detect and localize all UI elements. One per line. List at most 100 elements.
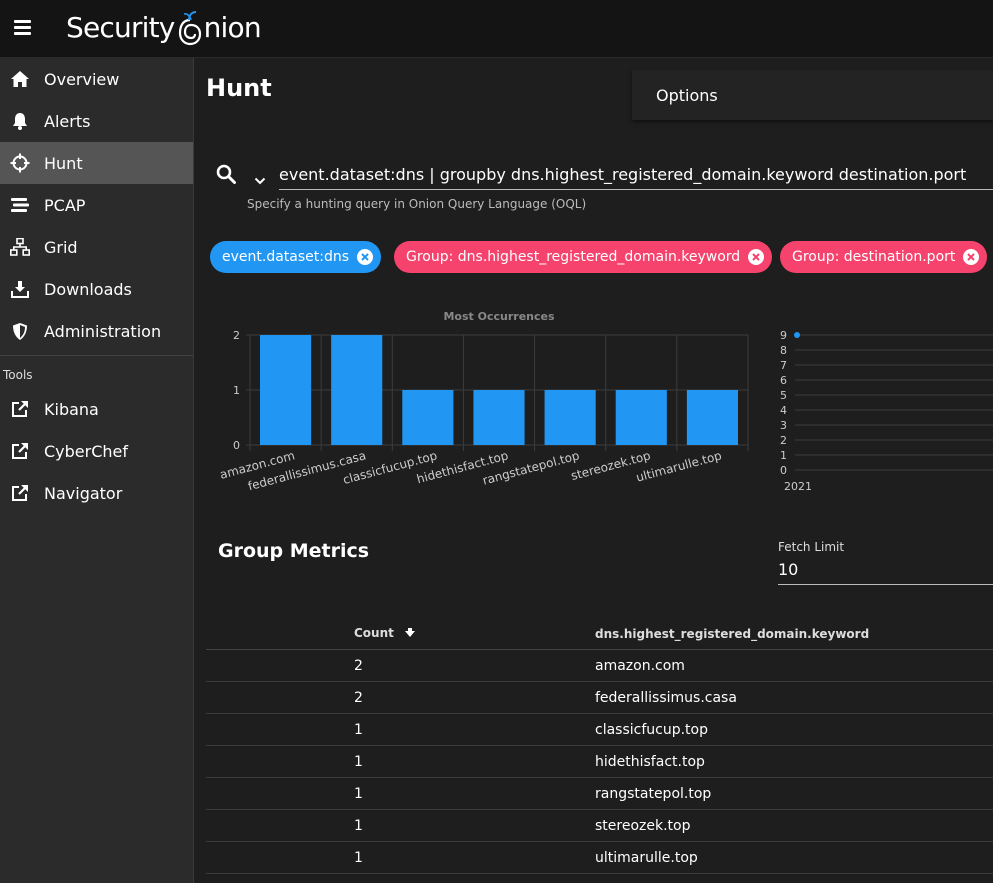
options-label: Options	[656, 86, 718, 105]
group-chip-domain[interactable]: Group: dns.highest_registered_domain.key…	[394, 241, 773, 273]
sidebar-item-kibana[interactable]: Kibana	[0, 388, 193, 430]
domain-cell[interactable]: federallissimus.casa	[595, 690, 993, 706]
charts-area: Most Occurrences012amazon.comfederalliss…	[218, 310, 993, 493]
y-tick-label: 3	[780, 419, 787, 432]
count-cell: 1	[354, 753, 363, 770]
domain-cell[interactable]: hidethisfact.top	[595, 754, 993, 770]
sidebar-item-cyberchef[interactable]: CyberChef	[0, 430, 193, 472]
domain-cell[interactable]: rangstatepol.top	[595, 786, 993, 802]
y-tick-label: 0	[780, 464, 787, 477]
bar-chart-title: Most Occurrences	[443, 310, 554, 323]
sidebar-item-label: Overview	[44, 69, 120, 89]
bell-icon	[10, 111, 30, 131]
y-tick-label: 0	[233, 439, 240, 452]
fetch-limit-input[interactable]	[778, 555, 993, 585]
y-tick-label: 2	[780, 434, 787, 447]
table-body: 2 amazon.com 2 federallissimus.casa 1 classic…	[206, 650, 993, 874]
fetch-limit-label: Fetch Limit	[778, 540, 845, 554]
table-row[interactable]: 1 classicfucup.top	[206, 714, 993, 746]
column-header-count[interactable]: Count	[206, 626, 595, 641]
bar-rangstatepol-top	[544, 390, 596, 445]
sort-desc-icon[interactable]	[404, 627, 416, 641]
chevron-down-icon[interactable]	[254, 170, 266, 189]
logo-text-nion: nion	[203, 11, 262, 44]
sidebar-item-label: CyberChef	[44, 441, 129, 461]
close-icon[interactable]	[748, 249, 765, 265]
count-cell: 2	[354, 657, 363, 674]
bar-ultimarulle-top	[686, 390, 738, 445]
sidebar-item-label: Administration	[44, 321, 162, 341]
bar-classicfucup-top	[402, 390, 454, 445]
data-point-2021	[794, 332, 800, 338]
table-row[interactable]: 2 federallissimus.casa	[206, 682, 993, 714]
sidebar-item-overview[interactable]: Overview	[0, 58, 193, 100]
y-tick-label: 9	[780, 329, 787, 342]
tools-heading: Tools	[3, 368, 33, 382]
stream-icon	[10, 195, 30, 215]
sitemap-icon	[10, 237, 30, 257]
top-bar: Security nion	[0, 0, 993, 58]
menu-icon[interactable]	[14, 20, 31, 35]
sidebar-item-label: Alerts	[44, 111, 91, 131]
sidebar-item-label: PCAP	[44, 195, 86, 215]
shield-icon	[10, 321, 30, 341]
bar-federallissimus-casa	[331, 335, 383, 445]
query-input[interactable]	[279, 160, 993, 190]
y-tick-label: 7	[780, 359, 787, 372]
external-link-icon	[10, 483, 30, 503]
external-link-icon	[10, 441, 30, 461]
column-header-label: Count	[354, 626, 394, 641]
sidebar-item-navigator[interactable]: Navigator	[0, 472, 193, 514]
sidebar-item-label: Downloads	[44, 279, 132, 299]
column-header-domain[interactable]: dns.highest_registered_domain.keyword	[595, 627, 993, 641]
query-hint: Specify a hunting query in Onion Query L…	[247, 197, 587, 211]
security-onion-logo[interactable]: Security nion	[66, 6, 262, 50]
sidebar-item-downloads[interactable]: Downloads	[0, 268, 193, 310]
group-metrics-table: Count dns.highest_registered_domain.keyw…	[206, 618, 993, 874]
sidebar-item-alerts[interactable]: Alerts	[0, 100, 193, 142]
y-tick-label: 8	[780, 344, 787, 357]
y-tick-label: 1	[780, 449, 787, 462]
domain-cell[interactable]: classicfucup.top	[595, 722, 993, 738]
chip-label: Group: destination.port	[792, 249, 956, 265]
sidebar: Overview Alerts Hunt PCAP Grid Downloads	[0, 58, 194, 883]
sidebar-item-label: Grid	[44, 237, 78, 257]
count-cell: 1	[354, 817, 363, 834]
main-content: Hunt Options Specify a hunting query in …	[194, 58, 993, 883]
chip-label: event.dataset:dns	[222, 249, 350, 265]
options-panel[interactable]: Options	[632, 70, 993, 120]
sidebar-item-hunt[interactable]: Hunt	[0, 142, 193, 184]
sidebar-item-grid[interactable]: Grid	[0, 226, 193, 268]
table-row[interactable]: 2 amazon.com	[206, 650, 993, 682]
table-header: Count dns.highest_registered_domain.keyw…	[206, 618, 993, 650]
y-tick-label: 5	[780, 389, 787, 402]
close-icon[interactable]	[963, 249, 980, 265]
external-link-icon	[10, 399, 30, 419]
group-chip-port[interactable]: Group: destination.port	[780, 241, 988, 273]
close-icon[interactable]	[357, 249, 374, 265]
count-cell: 2	[354, 689, 363, 706]
y-tick-label: 4	[780, 404, 787, 417]
filter-chip-dataset[interactable]: event.dataset:dns	[210, 241, 382, 273]
count-cell: 1	[354, 721, 363, 738]
y-tick-label: 6	[780, 374, 787, 387]
sidebar-item-administration[interactable]: Administration	[0, 310, 193, 352]
domain-cell[interactable]: amazon.com	[595, 658, 993, 674]
table-row[interactable]: 1 stereozek.top	[206, 810, 993, 842]
table-row[interactable]: 1 ultimarulle.top	[206, 842, 993, 874]
bar-hidethisfact-top	[473, 390, 525, 445]
table-row[interactable]: 1 hidethisfact.top	[206, 746, 993, 778]
crosshairs-icon	[10, 153, 30, 173]
sidebar-item-label: Kibana	[44, 399, 99, 419]
page-title: Hunt	[206, 74, 272, 102]
domain-cell[interactable]: ultimarulle.top	[595, 850, 993, 866]
search-icon[interactable]	[216, 164, 236, 188]
table-row[interactable]: 1 rangstatepol.top	[206, 778, 993, 810]
sidebar-item-pcap[interactable]: PCAP	[0, 184, 193, 226]
home-icon	[10, 69, 30, 89]
sidebar-item-label: Hunt	[44, 153, 83, 173]
domain-cell[interactable]: stereozek.top	[595, 818, 993, 834]
y-tick-label: 1	[233, 384, 240, 397]
logo-text-security: Security	[66, 11, 175, 44]
y-tick-label: 2	[233, 329, 240, 342]
